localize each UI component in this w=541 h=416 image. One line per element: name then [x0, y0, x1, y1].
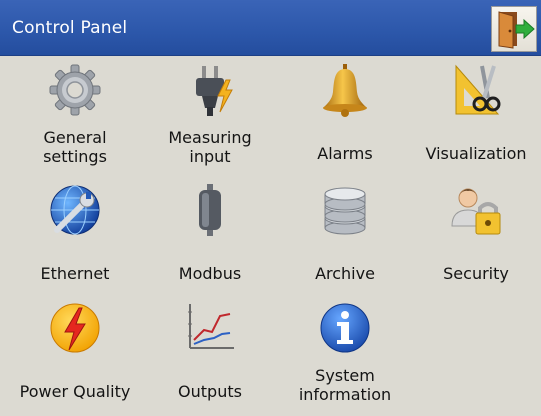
device-cylinder-icon	[182, 182, 238, 238]
user-lock-icon	[448, 182, 504, 238]
tile-label: Visualization	[425, 144, 527, 163]
exit-door-icon	[498, 11, 535, 49]
tile-security[interactable]: Security	[411, 180, 541, 298]
tile-label: Alarms	[317, 144, 373, 163]
tile-label: Power Quality	[19, 382, 131, 401]
gear-icon	[47, 62, 103, 118]
window-title: Control Panel	[12, 18, 128, 38]
plug-icon	[182, 62, 238, 118]
bell-icon	[317, 62, 373, 118]
tile-power-quality[interactable]: Power Quality	[10, 298, 140, 416]
tile-modbus[interactable]: Modbus	[145, 180, 275, 298]
line-graph-icon	[182, 300, 238, 356]
tile-system-information[interactable]: System information	[280, 298, 410, 416]
tile-label: Modbus	[178, 264, 242, 283]
tile-label: Outputs	[178, 382, 242, 401]
scissors-ruler-icon	[448, 62, 504, 118]
tile-label: System information	[298, 366, 392, 404]
tile-label: Security	[443, 264, 509, 283]
info-icon	[317, 300, 373, 356]
tile-alarms[interactable]: Alarms	[280, 60, 410, 178]
tile-label: Archive	[315, 264, 375, 283]
tile-archive[interactable]: Archive	[280, 180, 410, 298]
tile-label: General settings	[43, 128, 107, 166]
database-icon	[317, 182, 373, 238]
tile-general-settings[interactable]: General settings	[10, 60, 140, 178]
tile-visualization[interactable]: Visualization	[411, 60, 541, 178]
exit-button[interactable]	[491, 6, 537, 52]
tile-label: Ethernet	[40, 264, 110, 283]
globe-wrench-icon	[47, 182, 103, 238]
tile-ethernet[interactable]: Ethernet	[10, 180, 140, 298]
lightning-icon	[47, 300, 103, 356]
tile-measuring-input[interactable]: Measuring input	[145, 60, 275, 178]
tile-outputs[interactable]: Outputs	[145, 298, 275, 416]
title-bar: Control Panel	[0, 0, 541, 56]
tile-label: Measuring input	[168, 128, 252, 166]
